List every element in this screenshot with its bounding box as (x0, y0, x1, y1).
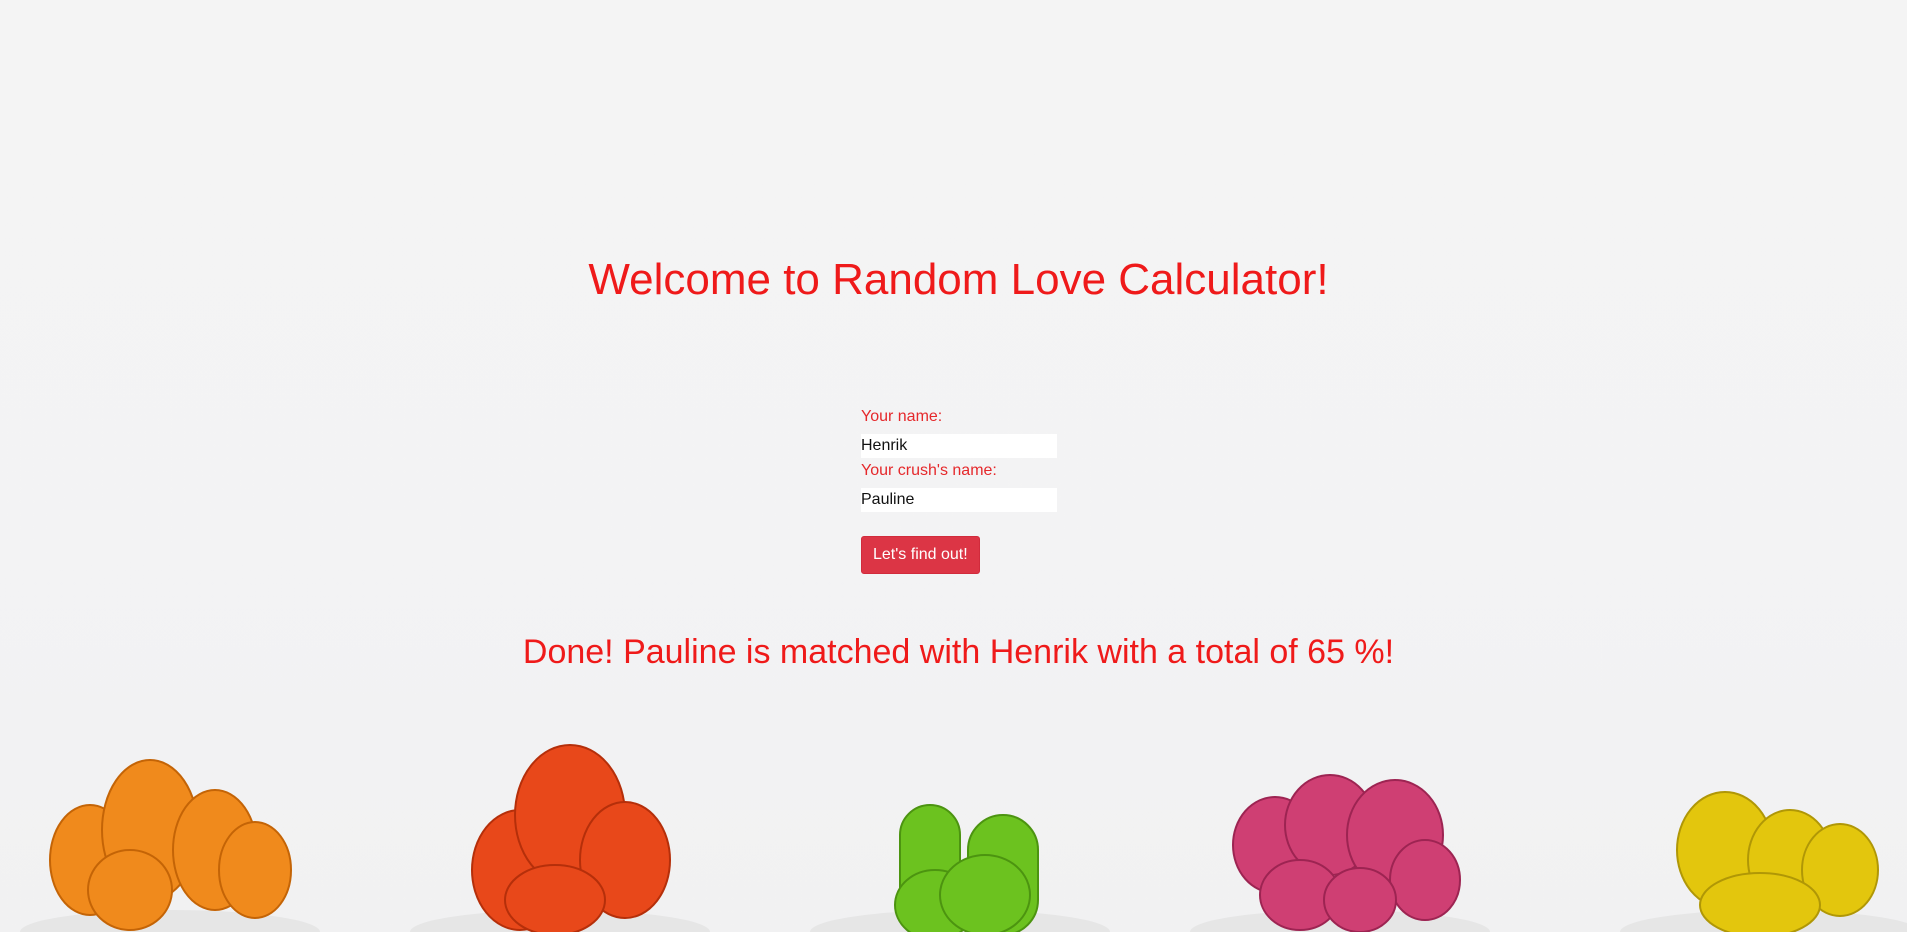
your-name-input[interactable] (861, 434, 1057, 458)
cactus-green-icon (894, 804, 1039, 932)
cactus-decoration (20, 744, 1907, 932)
find-out-button[interactable]: Let's find out! (861, 536, 980, 574)
your-name-label: Your name: (861, 408, 943, 425)
love-calculator-form: Your name: Your crush's name: Let's find… (861, 404, 1081, 574)
cactus-yellow-icon (1676, 791, 1879, 932)
cactus-orange-icon (49, 759, 292, 931)
crush-name-input[interactable] (861, 488, 1057, 512)
crush-name-label: Your crush's name: (861, 462, 997, 479)
cactus-pink-icon (1232, 774, 1461, 932)
page-title: Welcome to Random Love Calculator! (588, 255, 1329, 304)
page: Welcome to Random Love Calculator! Your … (0, 0, 1907, 932)
result-message: Done! Pauline is matched with Henrik wit… (522, 633, 1395, 671)
cactus-red-icon (471, 744, 671, 932)
